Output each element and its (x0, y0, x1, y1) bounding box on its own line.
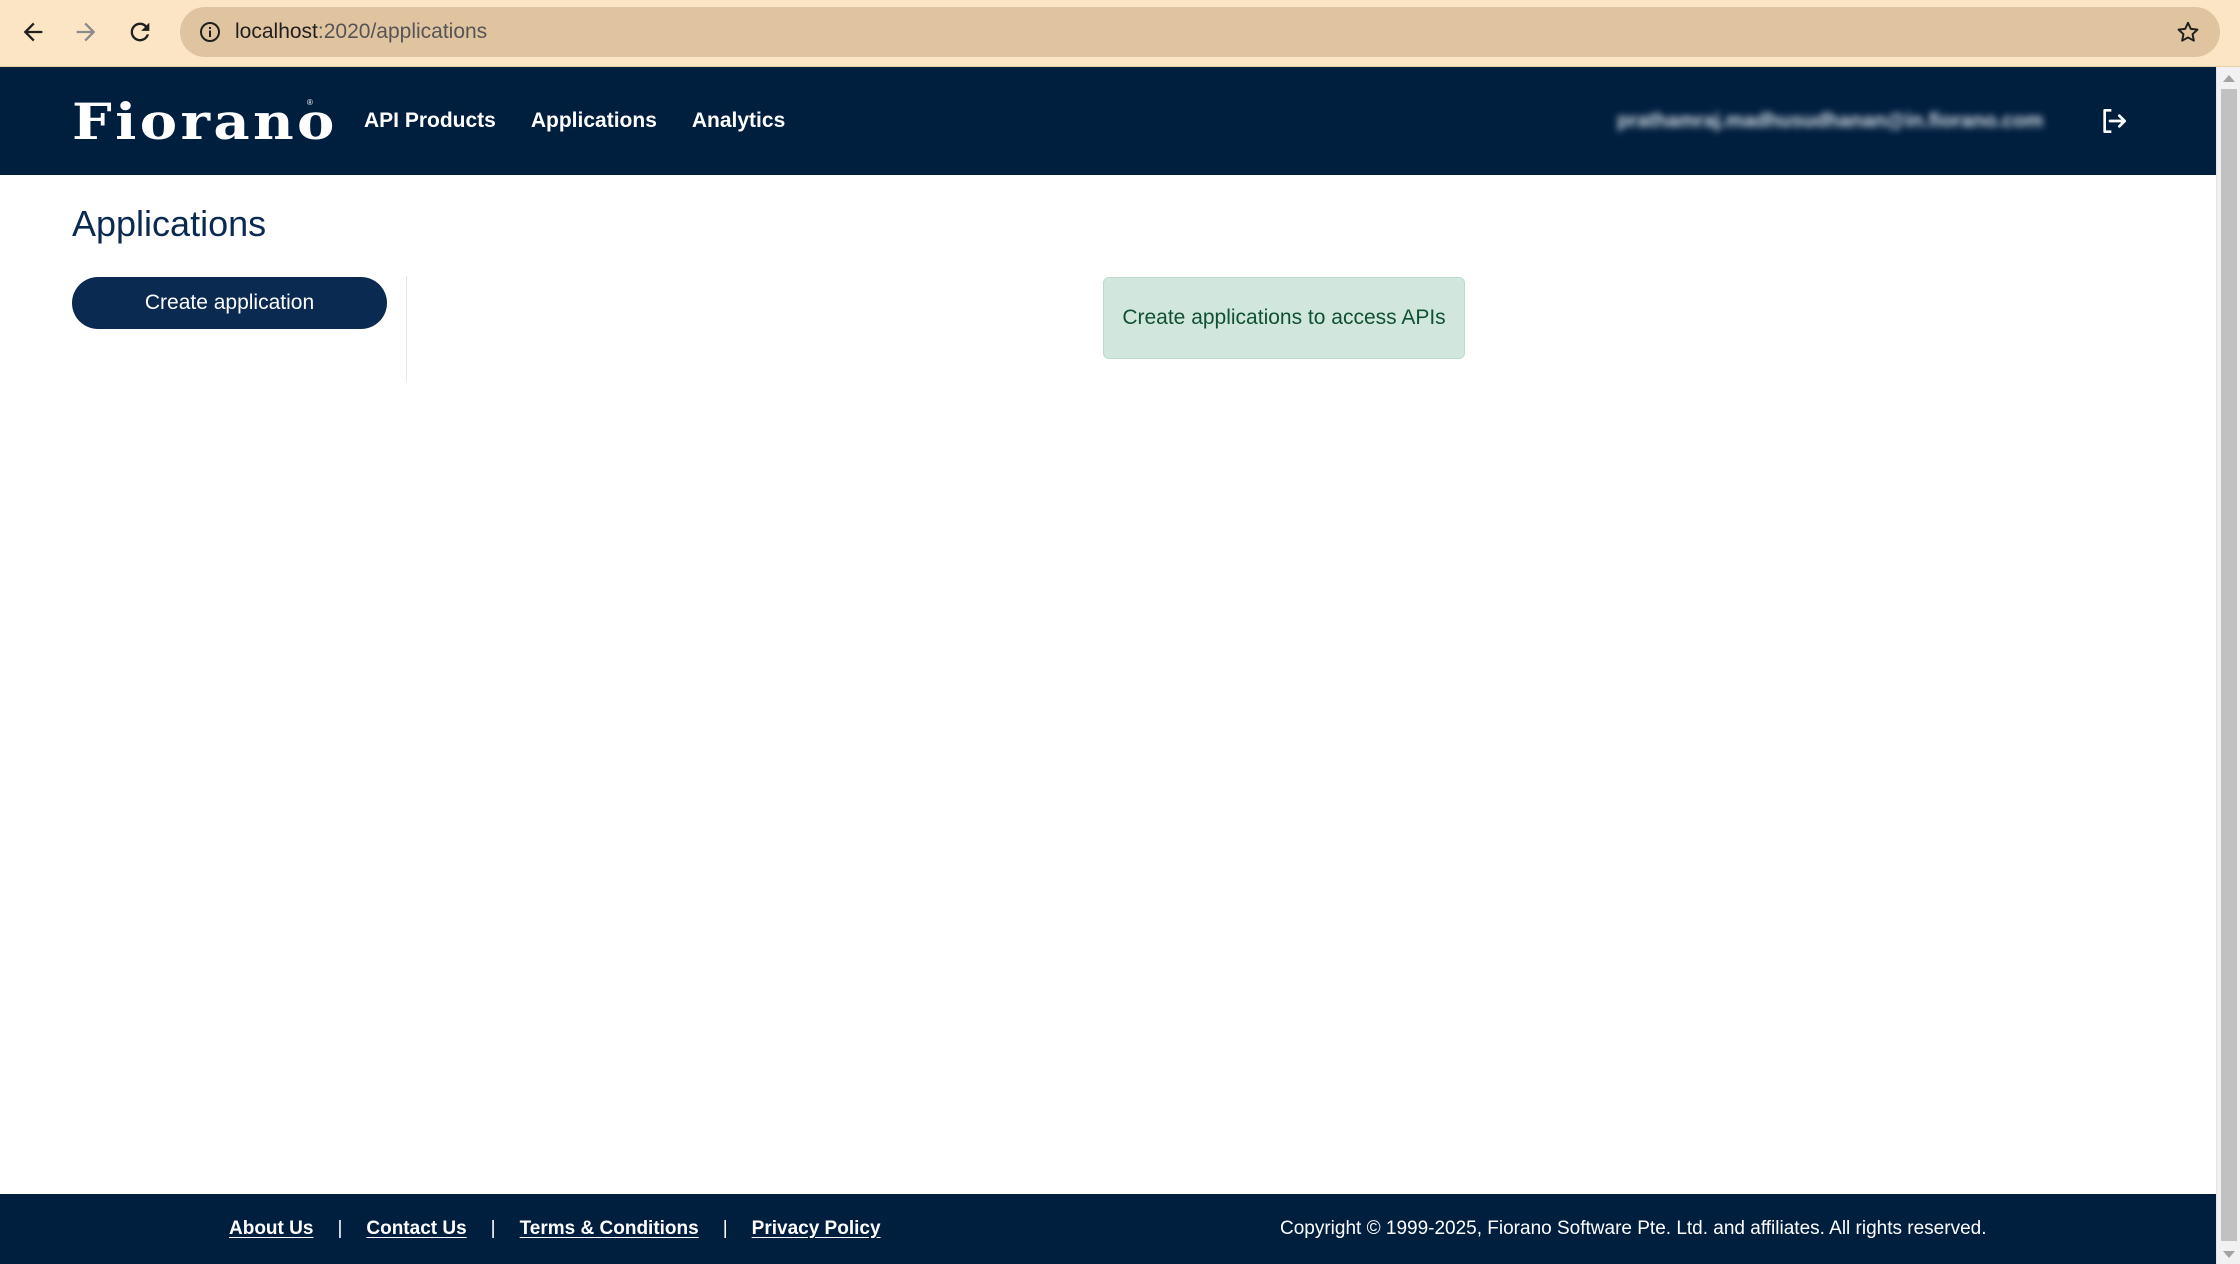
forward-button[interactable] (64, 10, 108, 54)
footer-link-about-us[interactable]: About Us (229, 1218, 313, 1240)
address-bar[interactable]: localhost:2020/applications (180, 7, 2220, 57)
footer-separator: | (490, 1218, 496, 1239)
logout-button[interactable] (2096, 103, 2132, 139)
footer-link-contact-us[interactable]: Contact Us (366, 1218, 466, 1240)
footer-separator: | (337, 1218, 343, 1239)
arrow-right-icon (76, 22, 96, 42)
scroll-thumb[interactable] (2221, 89, 2237, 1241)
empty-state-alert: Create applications to access APIs (1103, 277, 1465, 359)
site-footer: About Us | Contact Us | Terms & Conditio… (0, 1194, 2216, 1264)
footer-link-privacy[interactable]: Privacy Policy (752, 1218, 881, 1240)
footer-link-terms[interactable]: Terms & Conditions (520, 1218, 699, 1240)
reload-button[interactable] (118, 10, 162, 54)
app-header: Fiorano ® API Products Applications Anal… (0, 67, 2216, 175)
url-host: localhost (235, 20, 318, 43)
create-application-button[interactable]: Create application (72, 277, 387, 329)
nav-applications[interactable]: Applications (531, 109, 657, 133)
bookmark-button[interactable] (2170, 14, 2206, 50)
scroll-down-arrow-icon[interactable] (2223, 1251, 2235, 1258)
nav-analytics[interactable]: Analytics (692, 109, 785, 133)
page-scrollbar[interactable] (2216, 67, 2240, 1264)
site-info-button[interactable] (192, 14, 228, 50)
reload-icon (130, 22, 150, 42)
page-title: Applications (72, 203, 267, 244)
arrow-left-icon (23, 22, 43, 42)
url-text[interactable]: localhost:2020/applications (235, 7, 487, 57)
footer-separator: | (722, 1218, 728, 1239)
url-path: :2020/applications (317, 20, 488, 43)
nav-api-products[interactable]: API Products (364, 109, 496, 133)
applications-sidebar: Create application (72, 276, 407, 382)
fiorano-logo[interactable]: Fiorano (72, 97, 338, 147)
copyright-text: Copyright © 1999-2025, Fiorano Software … (1280, 1218, 1987, 1239)
browser-toolbar: localhost:2020/applications (0, 0, 2240, 67)
star-icon (2177, 21, 2199, 42)
main-nav: API Products Applications Analytics (364, 67, 820, 175)
user-email: prathamraj.madhusudhanan@in.fiorano.com (1617, 110, 2044, 132)
info-icon (200, 22, 220, 42)
scroll-up-arrow-icon[interactable] (2223, 75, 2235, 82)
trademark-mark: ® (307, 98, 313, 107)
footer-links: About Us | Contact Us | Terms & Conditio… (229, 1194, 881, 1264)
back-button[interactable] (11, 10, 55, 54)
logout-icon (2103, 109, 2126, 133)
